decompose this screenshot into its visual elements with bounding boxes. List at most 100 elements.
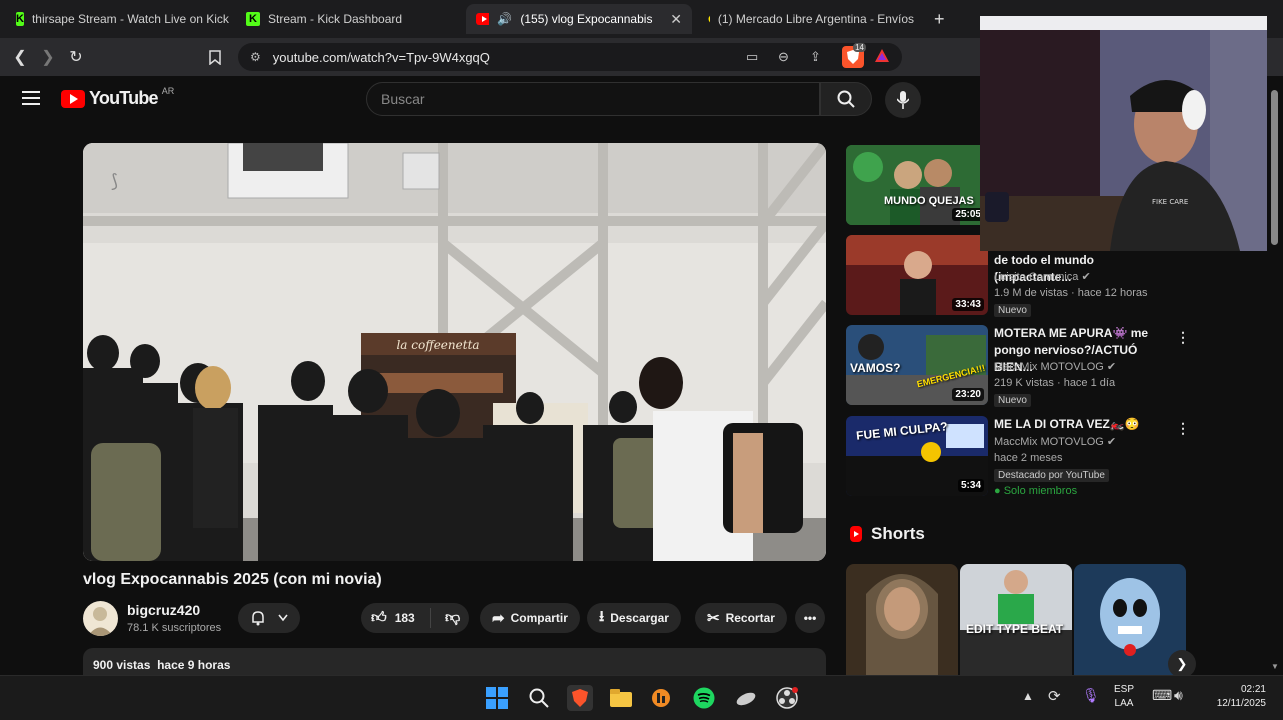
file-explorer-icon[interactable] <box>608 685 634 711</box>
chevron-down-icon <box>278 614 288 622</box>
clip-button[interactable]: ✂ Recortar <box>695 603 787 633</box>
more-vertical-icon[interactable]: ⋮ <box>1176 420 1190 437</box>
youtube-play-icon <box>61 89 85 108</box>
clock[interactable]: 02:21 12/11/2025 <box>1200 683 1266 711</box>
windows-taskbar: ▲ ⟳ 🎙︎ ESP LAA ⌨︎ 🔊︎ 02:21 12/11/2025 <box>0 675 1283 720</box>
forward-icon[interactable]: ❯ <box>38 47 58 67</box>
webcam-feed: FIKE CARE <box>980 16 1267 251</box>
video-duration: 23:20 <box>952 388 984 401</box>
more-actions-button[interactable]: ••• <box>795 603 825 633</box>
shorts-header: Shorts <box>849 524 925 544</box>
tab-kick-dashboard[interactable]: K Stream - Kick Dashboard <box>236 4 462 34</box>
channel-avatar[interactable] <box>83 601 118 636</box>
recommendation-channel[interactable]: Luisito Comunica ✔ <box>994 270 1091 283</box>
share-label: Compartir <box>510 611 568 625</box>
speaker-icon: 🔊 <box>497 12 513 26</box>
share-button[interactable]: ➦ Compartir <box>480 603 580 633</box>
webcam-overlay: FIKE CARE <box>980 16 1267 251</box>
search-input[interactable]: Buscar <box>366 82 820 116</box>
video-thumbnail[interactable]: MUNDO QUEJAS 25:05 <box>846 145 988 225</box>
short-thumbnail[interactable] <box>846 564 958 675</box>
site-settings-icon[interactable]: ⚙ <box>250 50 261 64</box>
search-button[interactable] <box>820 82 872 116</box>
spotify-icon[interactable] <box>691 685 717 711</box>
scroll-down-icon[interactable]: ▼ <box>1271 662 1279 671</box>
channel-name[interactable]: bigcruz420 <box>127 602 200 618</box>
upload-age: hace 9 horas <box>157 658 231 672</box>
video-duration: 5:34 <box>957 479 984 492</box>
dislike-button[interactable]: 👎︎ <box>437 609 460 627</box>
address-bar[interactable]: ⚙ youtube.com/watch?v=Tpv-9W4xgqQ ▭ ⊖ ⇪ <box>238 43 902 71</box>
cast-icon[interactable]: ▭ <box>746 49 758 65</box>
recommendation-channel[interactable]: MaccMix MOTOVLOG ✔ <box>994 435 1116 448</box>
shorts-heading: Shorts <box>871 524 925 543</box>
search-icon[interactable] <box>526 685 552 711</box>
tab-mercado-libre[interactable]: (1) Mercado Libre Argentina - Envíos <box>698 4 924 34</box>
tab-youtube-active[interactable]: 🔊 (155) vlog Expocannabis 2025 ✕ <box>466 4 692 34</box>
thumbs-down-icon: 👎︎ <box>445 609 461 626</box>
download-label: Descargar <box>610 611 669 625</box>
sync-icon[interactable]: ⟳ <box>1048 687 1061 705</box>
brave-shields-icon[interactable]: 14 <box>842 43 866 68</box>
recommendation-meta: hace 2 meses <box>994 452 1063 464</box>
voice-search-button[interactable] <box>885 82 921 118</box>
share-icon[interactable]: ⇪ <box>810 49 821 65</box>
video-thumbnail[interactable]: 33:43 <box>846 235 988 315</box>
zoom-icon[interactable]: ⊖ <box>778 49 789 65</box>
brave-browser-icon[interactable] <box>567 685 593 711</box>
tab-title: (155) vlog Expocannabis 2025 <box>520 12 656 26</box>
new-badge: Nuevo <box>994 394 1031 407</box>
share-arrow-icon: ➦ <box>492 610 505 627</box>
tab-title: (1) Mercado Libre Argentina - Envíos <box>717 12 914 26</box>
bookmark-icon[interactable] <box>205 47 225 67</box>
clip-label: Recortar <box>725 611 775 625</box>
subscription-bell-button[interactable] <box>238 603 300 633</box>
network-icon[interactable]: ⌨︎ <box>1152 687 1172 704</box>
youtube-logo[interactable]: YouTube AR <box>61 85 175 109</box>
shorts-icon <box>850 526 862 542</box>
tab-kick-stream[interactable]: K thirsape Stream - Watch Live on Kick <box>6 4 234 34</box>
back-icon[interactable]: ❮ <box>10 47 30 67</box>
bell-icon <box>252 611 264 626</box>
like-button[interactable]: 👍︎ 183 <box>361 608 431 628</box>
brave-rewards-icon[interactable] <box>874 48 890 69</box>
thumbs-up-icon: 👍︎ <box>371 609 387 626</box>
recommendation-item[interactable]: VAMOS? EMERGENCIA!!! 23:20 MOTERA ME APU… <box>846 325 1190 407</box>
microphone-tray-icon[interactable]: 🎙︎ <box>1082 687 1100 704</box>
like-count: 183 <box>394 611 415 625</box>
new-badge: Nuevo <box>994 304 1031 317</box>
recommendation-item[interactable]: FUE MI CULPA? 5:34 ME LA DI OTRA VEZ🏍️😳 … <box>846 416 1190 498</box>
video-thumbnail[interactable]: VAMOS? EMERGENCIA!!! 23:20 <box>846 325 988 405</box>
scissors-icon: ✂ <box>707 610 720 627</box>
page-scrollbar[interactable] <box>1271 90 1278 245</box>
shields-count: 14 <box>853 43 866 52</box>
tray-overflow-icon[interactable]: ▲ <box>1022 689 1034 703</box>
more-vertical-icon[interactable]: ⋮ <box>1176 329 1190 346</box>
volume-icon[interactable]: 🔊︎ <box>1174 687 1183 704</box>
start-icon[interactable] <box>484 685 510 711</box>
menu-icon[interactable] <box>22 91 40 110</box>
kick-icon: K <box>16 12 24 26</box>
video-thumbnail[interactable]: FUE MI CULPA? 5:34 <box>846 416 988 496</box>
language-indicator[interactable]: ESP LAA <box>1114 683 1134 711</box>
youtube-header: YouTube AR Buscar <box>0 76 980 124</box>
recommendation-title[interactable]: ME LA DI OTRA VEZ🏍️😳 <box>994 416 1170 433</box>
clock-time: 02:21 <box>1240 684 1266 695</box>
video-player[interactable]: ⟆ la coffeenetta <box>83 143 826 561</box>
fl-studio-icon[interactable] <box>648 685 674 711</box>
download-button[interactable]: ⭳ Descargar <box>587 603 681 633</box>
short-caption: EDIT TYPE BEAT <box>966 622 1064 636</box>
shorts-next-button[interactable]: ❯ <box>1168 650 1196 678</box>
app-icon[interactable] <box>733 685 759 711</box>
recommendation-channel[interactable]: MaccMix MOTOVLOG ✔ <box>994 360 1116 373</box>
obs-icon[interactable] <box>774 685 800 711</box>
capcut-watermark-icon: ⟆ <box>111 171 118 192</box>
new-tab-button[interactable]: + <box>934 9 945 30</box>
reload-icon[interactable]: ↻ <box>66 47 86 67</box>
short-thumbnail[interactable]: EDIT TYPE BEAT <box>960 564 1072 675</box>
subscriber-count: 78.1 K suscriptores <box>127 622 222 634</box>
close-tab-icon[interactable]: ✕ <box>670 11 682 28</box>
tab-title: Stream - Kick Dashboard <box>268 12 403 26</box>
region-code: AR <box>161 85 175 96</box>
verified-icon: ✔ <box>1081 271 1091 283</box>
